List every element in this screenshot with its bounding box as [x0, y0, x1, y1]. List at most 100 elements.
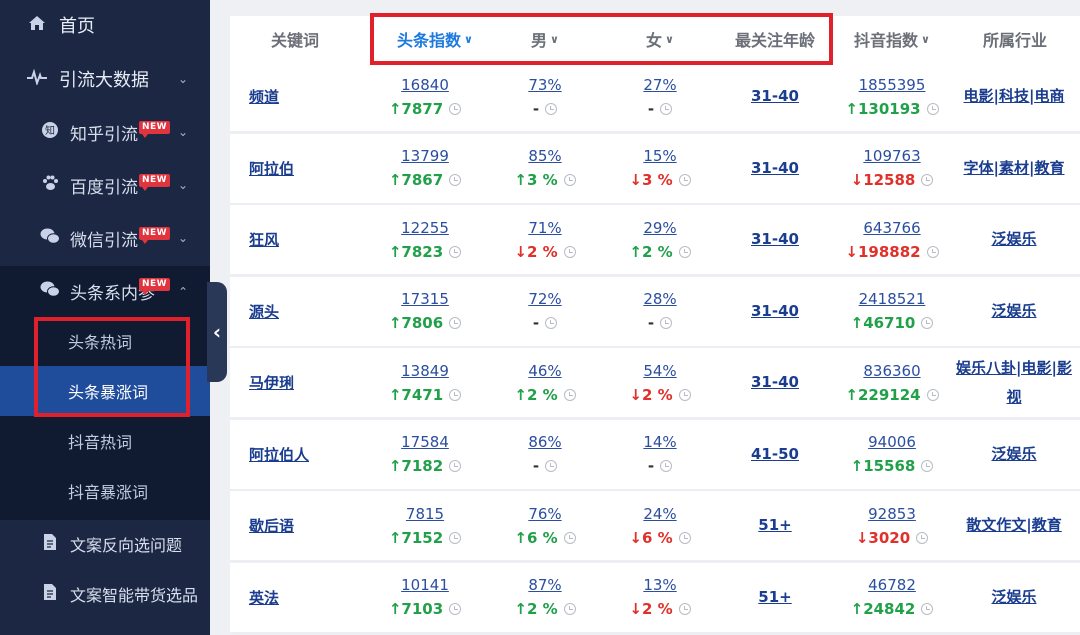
- female-value[interactable]: 14%: [643, 432, 676, 452]
- clock-icon[interactable]: [545, 460, 558, 472]
- clock-icon[interactable]: [678, 531, 691, 544]
- douyin-index-value[interactable]: 109763: [863, 146, 920, 166]
- industry-link[interactable]: 电影|科技|电商: [964, 82, 1065, 111]
- clock-icon[interactable]: [921, 603, 934, 615]
- keyword-link[interactable]: 阿拉伯人: [249, 444, 309, 465]
- male-value[interactable]: 76%: [528, 504, 561, 524]
- nav-zhihu[interactable]: 知 知乎引流 NEW ⌄: [0, 107, 210, 157]
- clock-icon[interactable]: [449, 460, 462, 472]
- clock-icon[interactable]: [563, 245, 576, 258]
- age-link[interactable]: 31-40: [751, 154, 799, 183]
- male-value[interactable]: 72%: [528, 289, 561, 309]
- age-link[interactable]: 31-40: [751, 82, 799, 111]
- industry-link[interactable]: 散文作文|教育: [966, 511, 1061, 540]
- clock-icon[interactable]: [449, 317, 462, 329]
- nav-wechat[interactable]: 微信引流 NEW ⌄: [0, 213, 210, 263]
- clock-icon[interactable]: [678, 603, 691, 615]
- nav-home[interactable]: 首页: [0, 0, 210, 50]
- male-value[interactable]: 71%: [528, 218, 561, 238]
- keyword-link[interactable]: 狂风: [249, 229, 279, 250]
- clock-icon[interactable]: [678, 174, 691, 186]
- nav-copy-reverse[interactable]: 文案反向选问题: [0, 519, 210, 569]
- female-value[interactable]: 54%: [643, 361, 676, 381]
- toutiao-index-value[interactable]: 17584: [401, 432, 449, 452]
- age-link[interactable]: 31-40: [751, 225, 799, 254]
- clock-icon[interactable]: [449, 102, 462, 115]
- clock-icon[interactable]: [678, 388, 691, 401]
- clock-icon[interactable]: [660, 317, 673, 329]
- keyword-link[interactable]: 英法: [249, 587, 279, 608]
- sub-item-toutiao-hot[interactable]: 头条热词: [0, 316, 210, 366]
- keyword-link[interactable]: 阿拉伯: [249, 158, 294, 179]
- clock-icon[interactable]: [563, 388, 576, 401]
- female-value[interactable]: 24%: [643, 504, 676, 524]
- age-link[interactable]: 51+: [758, 583, 791, 612]
- douyin-index-value[interactable]: 92853: [868, 504, 916, 524]
- clock-icon[interactable]: [545, 102, 558, 115]
- clock-icon[interactable]: [660, 460, 673, 472]
- toutiao-index-value[interactable]: 7815: [406, 504, 444, 524]
- toutiao-index-value[interactable]: 16840: [401, 75, 449, 95]
- clock-icon[interactable]: [449, 531, 462, 544]
- female-value[interactable]: 28%: [643, 289, 676, 309]
- douyin-index-value[interactable]: 643766: [863, 218, 920, 238]
- industry-link[interactable]: 泛娱乐: [991, 297, 1036, 326]
- header-douyin-index[interactable]: 抖音指数 ∨: [827, 16, 957, 62]
- keyword-link[interactable]: 歇后语: [249, 515, 294, 536]
- clock-icon[interactable]: [916, 531, 929, 544]
- clock-icon[interactable]: [926, 245, 939, 258]
- industry-link[interactable]: 娱乐八卦|电影|影视: [952, 354, 1076, 412]
- clock-icon[interactable]: [678, 245, 691, 258]
- female-value[interactable]: 27%: [643, 75, 676, 95]
- clock-icon[interactable]: [926, 102, 939, 115]
- sub-item-douyin-hot[interactable]: 抖音热词: [0, 416, 210, 466]
- douyin-index-value[interactable]: 46782: [868, 575, 916, 595]
- clock-icon[interactable]: [926, 388, 939, 401]
- clock-icon[interactable]: [449, 603, 462, 615]
- clock-icon[interactable]: [660, 102, 673, 115]
- clock-icon[interactable]: [449, 245, 462, 258]
- female-value[interactable]: 29%: [643, 218, 676, 238]
- male-value[interactable]: 46%: [528, 361, 561, 381]
- nav-toutiao[interactable]: 头条系内参 NEW ⌄: [0, 266, 210, 316]
- douyin-index-value[interactable]: 94006: [868, 432, 916, 452]
- sub-item-douyin-surge[interactable]: 抖音暴涨词: [0, 466, 210, 516]
- clock-icon[interactable]: [449, 174, 462, 186]
- industry-link[interactable]: 泛娱乐: [991, 440, 1036, 469]
- male-value[interactable]: 87%: [528, 575, 561, 595]
- douyin-index-value[interactable]: 836360: [863, 361, 920, 381]
- toutiao-index-value[interactable]: 13799: [401, 146, 449, 166]
- keyword-link[interactable]: 源头: [249, 301, 279, 322]
- nav-baidu[interactable]: 百度引流 NEW ⌄: [0, 160, 210, 210]
- clock-icon[interactable]: [921, 317, 934, 329]
- male-value[interactable]: 73%: [528, 75, 561, 95]
- age-link[interactable]: 31-40: [751, 297, 799, 326]
- nav-copy-smart[interactable]: 文案智能带货选品: [0, 569, 210, 619]
- clock-icon[interactable]: [449, 388, 462, 401]
- toutiao-index-value[interactable]: 13849: [401, 361, 449, 381]
- sub-item-toutiao-surge[interactable]: 头条暴涨词: [0, 366, 210, 416]
- industry-link[interactable]: 泛娱乐: [991, 583, 1036, 612]
- header-female[interactable]: 女 ∨: [595, 16, 725, 62]
- male-value[interactable]: 86%: [528, 432, 561, 452]
- keyword-link[interactable]: 马伊琍: [249, 372, 294, 393]
- clock-icon[interactable]: [563, 174, 576, 186]
- toutiao-index-value[interactable]: 10141: [401, 575, 449, 595]
- clock-icon[interactable]: [545, 317, 558, 329]
- industry-link[interactable]: 字体|素材|教育: [964, 154, 1065, 183]
- age-link[interactable]: 41-50: [751, 440, 799, 469]
- clock-icon[interactable]: [921, 460, 934, 472]
- douyin-index-value[interactable]: 2418521: [859, 289, 926, 309]
- age-link[interactable]: 51+: [758, 511, 791, 540]
- female-value[interactable]: 15%: [643, 146, 676, 166]
- toutiao-index-value[interactable]: 17315: [401, 289, 449, 309]
- nav-traffic-data[interactable]: 引流大数据 ⌄: [0, 54, 210, 104]
- industry-link[interactable]: 泛娱乐: [991, 225, 1036, 254]
- clock-icon[interactable]: [563, 603, 576, 615]
- header-male[interactable]: 男 ∨: [480, 16, 610, 62]
- collapse-sidebar-button[interactable]: ‹: [207, 282, 227, 382]
- clock-icon[interactable]: [563, 531, 576, 544]
- age-link[interactable]: 31-40: [751, 368, 799, 397]
- clock-icon[interactable]: [921, 174, 934, 186]
- female-value[interactable]: 13%: [643, 575, 676, 595]
